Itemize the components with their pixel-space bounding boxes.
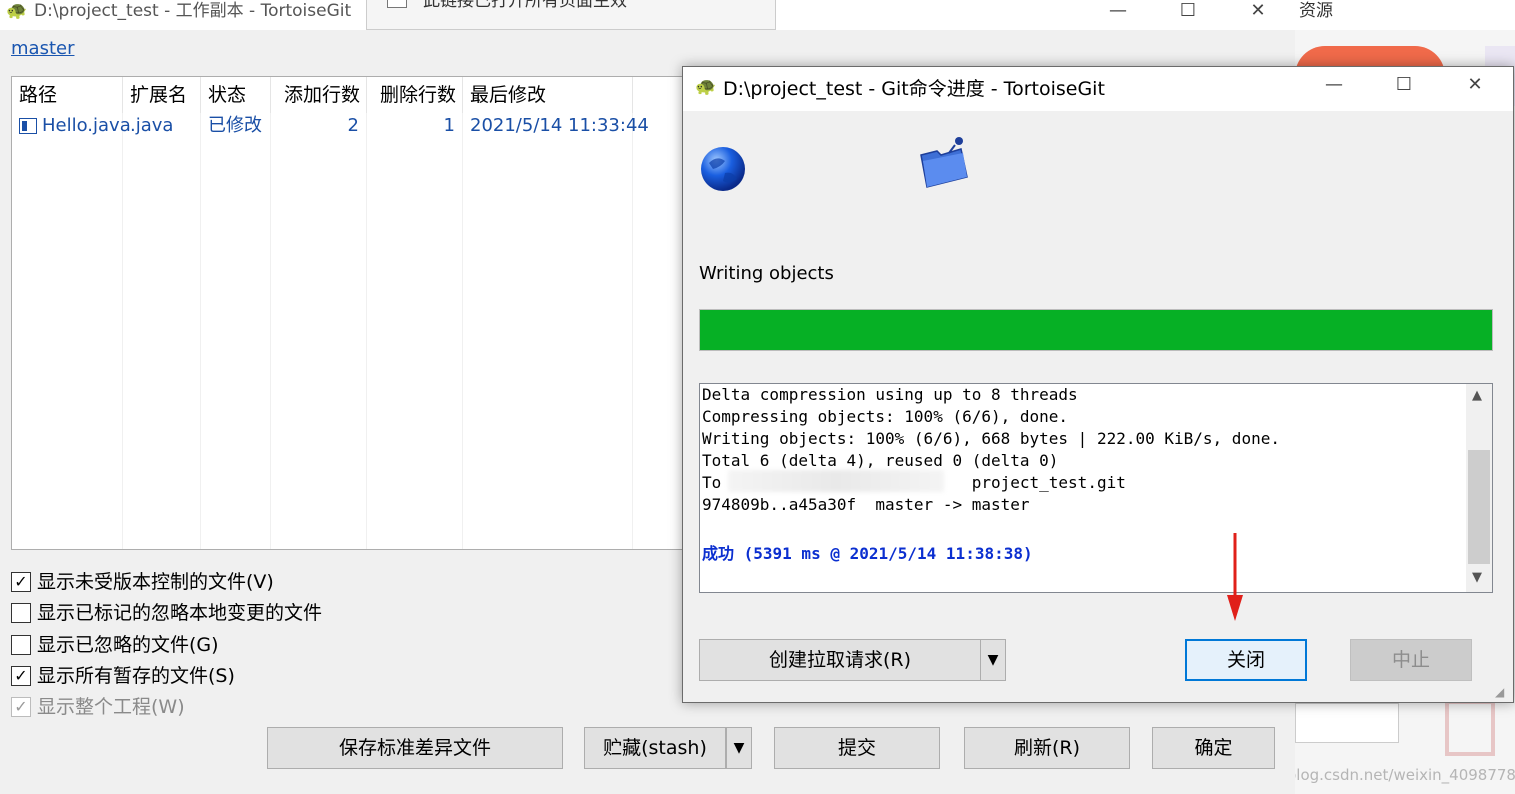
column-header-path[interactable]: 路径	[12, 77, 123, 113]
java-file-icon	[19, 118, 37, 134]
show-staged-checkbox[interactable]: ✓	[11, 666, 31, 686]
column-header-added[interactable]: 添加行数	[271, 77, 367, 113]
working-copy-title: D:\project_test - 工作副本 - TortoiseGit	[34, 1, 352, 21]
redacted-url	[728, 470, 944, 492]
resize-grip-icon[interactable]: ◢	[1495, 685, 1504, 699]
partial-popup: 此链接已打开所有页面生效	[366, 0, 776, 30]
close-button[interactable]: 关闭	[1185, 639, 1307, 681]
git-progress-dialog: 🐢 D:\project_test - Git命令进度 - TortoiseGi…	[682, 66, 1514, 703]
commit-button[interactable]: 提交	[774, 727, 940, 769]
progress-bar	[699, 309, 1493, 351]
show-staged-label: 显示所有暂存的文件(S)	[37, 665, 235, 687]
column-divider	[200, 113, 201, 549]
log-scrollbar[interactable]: ▲ ▼	[1466, 384, 1492, 592]
background-image-icon	[1445, 700, 1495, 756]
maximize-icon[interactable]: ☐	[1381, 74, 1427, 104]
lines-added: 2	[347, 115, 359, 136]
column-header-status[interactable]: 状态	[201, 77, 271, 113]
background-app-text: 资源	[1299, 1, 1333, 21]
folder-icon	[920, 137, 968, 188]
result-line: 成功 (5391 ms @ 2021/5/14 11:38:38)	[702, 544, 1033, 563]
pull-request-dropdown-icon[interactable]: ▼	[980, 639, 1006, 681]
show-ignored-local-changes-checkbox[interactable]	[11, 603, 31, 623]
close-icon[interactable]: ✕	[1452, 74, 1498, 104]
log-lines: Delta compression using up to 8 threads …	[702, 385, 1280, 514]
show-ignored-label: 显示已忽略的文件(G)	[37, 634, 219, 656]
close-icon[interactable]: ✕	[1235, 0, 1281, 30]
table-row[interactable]: Hello.java .java 已修改 2 1 2021/5/14 11:33…	[12, 113, 685, 141]
save-diff-button[interactable]: 保存标准差异文件	[267, 727, 563, 769]
progress-status: Writing objects	[699, 263, 834, 284]
tortoisegit-icon: 🐢	[695, 77, 717, 97]
background-select	[1295, 703, 1399, 743]
show-unversioned-label: 显示未受版本控制的文件(V)	[37, 571, 274, 593]
dialog-title: D:\project_test - Git命令进度 - TortoiseGit	[723, 78, 1105, 100]
changed-files-list[interactable]: 路径 扩展名 状态 添加行数 删除行数 最后修改 Hello.java .jav…	[11, 76, 686, 550]
popup-checkbox[interactable]	[387, 0, 407, 8]
maximize-icon[interactable]: ☐	[1165, 0, 1211, 30]
tortoisegit-icon: 🐢	[6, 1, 28, 21]
minimize-icon[interactable]: —	[1095, 0, 1141, 30]
refresh-button[interactable]: 刷新(R)	[964, 727, 1130, 769]
command-output-log[interactable]: Delta compression using up to 8 threads …	[699, 383, 1493, 593]
progress-fill	[700, 310, 1492, 350]
column-header-deleted[interactable]: 删除行数	[367, 77, 463, 113]
branch-link[interactable]: master	[11, 38, 74, 59]
scroll-down-icon[interactable]: ▼	[1472, 570, 1482, 585]
show-whole-project-label: 显示整个工程(W)	[37, 696, 185, 718]
red-arrow-annotation	[1227, 533, 1243, 621]
background-app-header: 资源	[1295, 0, 1515, 30]
column-divider	[366, 113, 367, 549]
stash-dropdown-icon[interactable]: ▼	[726, 727, 752, 769]
globe-icon	[701, 147, 745, 191]
file-path: Hello.java	[42, 115, 131, 136]
show-ignored-checkbox[interactable]	[11, 635, 31, 655]
column-divider	[632, 113, 633, 549]
ok-button[interactable]: 确定	[1152, 727, 1275, 769]
show-ignored-local-changes-label: 显示已标记的忽略本地变更的文件	[37, 602, 323, 624]
stash-button[interactable]: 贮藏(stash)	[584, 727, 726, 769]
column-header-extension[interactable]: 扩展名	[123, 77, 201, 113]
lines-deleted: 1	[443, 115, 455, 136]
last-modified: 2021/5/14 11:33:44	[470, 115, 649, 136]
create-pull-request-button[interactable]: 创建拉取请求(R)	[699, 639, 981, 681]
column-divider	[270, 113, 271, 549]
scroll-up-icon[interactable]: ▲	[1472, 388, 1482, 403]
column-divider	[122, 113, 123, 549]
abort-button[interactable]: 中止	[1350, 639, 1472, 681]
dialog-titlebar: 🐢 D:\project_test - Git命令进度 - TortoiseGi…	[683, 67, 1513, 111]
show-whole-project-checkbox[interactable]: ✓	[11, 697, 31, 717]
popup-text: 此链接已打开所有页面生效	[423, 0, 627, 11]
minimize-icon[interactable]: —	[1311, 74, 1357, 104]
show-unversioned-checkbox[interactable]: ✓	[11, 572, 31, 592]
file-extension: .java	[130, 115, 174, 136]
scrollbar-thumb[interactable]	[1468, 450, 1490, 564]
column-header-modified[interactable]: 最后修改	[463, 77, 633, 113]
column-divider	[462, 113, 463, 549]
file-status: 已修改	[208, 115, 262, 136]
